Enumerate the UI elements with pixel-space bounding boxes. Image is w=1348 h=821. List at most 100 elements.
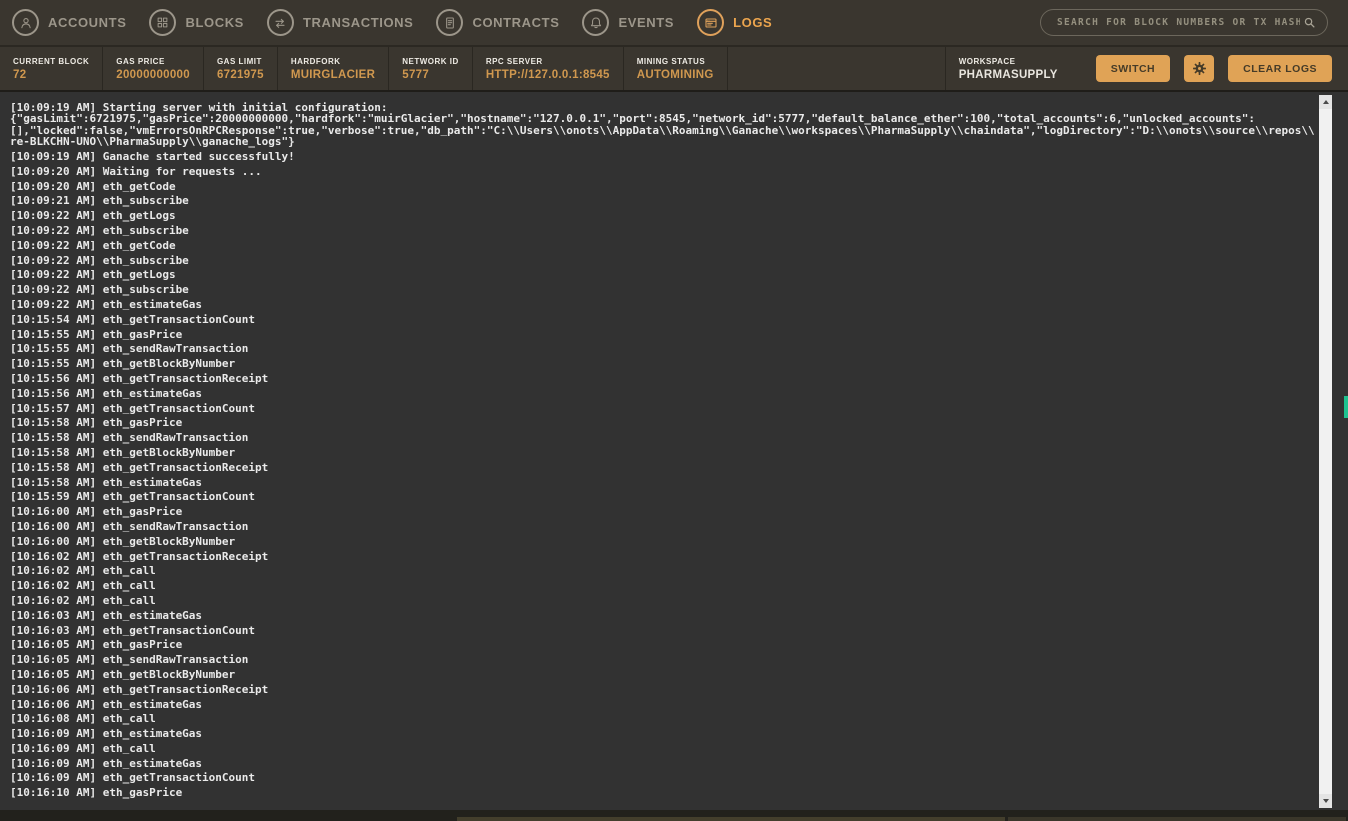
status-buttons: SWITCH CLEAR LOGS	[1082, 47, 1348, 90]
workspace-info: WORKSPACE PHARMASUPPLY	[944, 47, 1082, 90]
log-line: [10:15:58 AM] eth_getBlockByNumber	[10, 446, 236, 459]
log-line: [10:09:20 AM] eth_getCode	[10, 180, 176, 193]
log-line: [10:15:58 AM] eth_getTransactionReceipt	[10, 461, 269, 474]
status-bar: CURRENT BLOCK 72 GAS PRICE 20000000000 G…	[0, 47, 1348, 92]
scrollbar-thumb[interactable]	[1319, 109, 1332, 794]
search-icon[interactable]	[1302, 15, 1317, 30]
log-line: [10:16:09 AM] eth_call	[10, 742, 156, 755]
blocks-icon	[149, 9, 177, 36]
log-line: [10:16:06 AM] eth_getTransactionReceipt	[10, 683, 269, 696]
log-line: [10:15:54 AM] eth_getTransactionCount	[10, 313, 256, 326]
status-value: 20000000000	[116, 68, 190, 81]
tab-blocks-label: BLOCKS	[185, 15, 244, 30]
status-value: MUIRGLACIER	[290, 68, 376, 81]
taskbar-segment	[457, 817, 1005, 821]
accounts-icon	[12, 9, 39, 36]
tab-events[interactable]: EVENTS	[582, 9, 674, 36]
status-rpc-server: RPC SERVER HTTP://127.0.0.1:8545	[473, 47, 624, 90]
log-line: [10:15:56 AM] eth_estimateGas	[10, 387, 203, 400]
log-line: [10:16:05 AM] eth_gasPrice	[10, 639, 183, 651]
top-navbar: ACCOUNTS BLOCKS TRANSACTIONS CONTRACTS E…	[0, 0, 1348, 47]
log-line: [10:15:58 AM] eth_sendRawTransaction	[10, 432, 249, 444]
log-line: [10:09:22 AM] eth_getLogs	[10, 269, 176, 281]
log-line: [],"locked":false,"vmErrorsOnRPCResponse…	[10, 124, 1314, 137]
status-hardfork: HARDFORK MUIRGLACIER	[278, 47, 390, 90]
status-label: RPC SERVER	[485, 56, 543, 66]
log-line: [10:09:21 AM] eth_subscribe	[10, 195, 189, 207]
transactions-icon	[266, 9, 294, 36]
status-value: AUTOMINING	[636, 68, 714, 81]
status-value: HTTP://127.0.0.1:8545	[485, 68, 610, 81]
log-line: [10:09:22 AM] eth_subscribe	[10, 284, 189, 296]
log-line: [10:16:02 AM] eth_call	[10, 565, 156, 577]
workspace-name: PHARMASUPPLY	[958, 68, 1058, 81]
log-line: [10:15:55 AM] eth_gasPrice	[10, 328, 183, 340]
log-line: [10:15:56 AM] eth_getTransactionReceipt	[10, 372, 269, 385]
log-line: [10:16:06 AM] eth_estimateGas	[10, 698, 203, 710]
log-line: [10:09:19 AM] Starting server with initi…	[10, 102, 388, 114]
log-line: [10:16:05 AM] eth_sendRawTransaction	[10, 654, 249, 666]
log-scrollbar[interactable]	[1319, 95, 1332, 808]
scrollbar-up-arrow-icon[interactable]	[1319, 95, 1332, 109]
gear-icon	[1192, 62, 1206, 75]
log-line: [10:15:58 AM] eth_estimateGas	[10, 476, 203, 488]
status-value: 5777	[402, 68, 430, 81]
log-line: [10:09:22 AM] eth_subscribe	[10, 254, 189, 266]
log-line: [10:16:03 AM] eth_getTransactionCount	[10, 624, 256, 636]
taskbar-segment	[1008, 817, 1346, 821]
settings-button[interactable]	[1184, 55, 1215, 82]
log-line: [10:16:00 AM] eth_getBlockByNumber	[10, 535, 236, 548]
tab-contracts[interactable]: CONTRACTS	[436, 9, 559, 36]
tab-accounts[interactable]: ACCOUNTS	[12, 9, 126, 36]
status-current-block: CURRENT BLOCK 72	[0, 47, 104, 90]
log-line: [10:09:20 AM] Waiting for requests ...	[10, 165, 262, 178]
search-input[interactable]	[1055, 16, 1302, 29]
status-gas-price: GAS PRICE 20000000000	[103, 47, 204, 90]
clear-logs-button[interactable]: CLEAR LOGS	[1228, 55, 1332, 82]
log-line: [10:16:02 AM] eth_call	[10, 580, 156, 592]
screen-edge-marker	[1344, 396, 1348, 418]
log-line: [10:15:55 AM] eth_getBlockByNumber	[10, 358, 236, 370]
log-line: [10:09:22 AM] eth_getLogs	[10, 210, 176, 222]
tab-accounts-label: ACCOUNTS	[48, 15, 127, 30]
switch-button[interactable]: SWITCH	[1095, 55, 1171, 82]
workspace-label: WORKSPACE	[958, 56, 1016, 66]
status-network-id: NETWORK ID 5777	[389, 47, 473, 90]
tab-transactions-label: TRANSACTIONS	[302, 15, 414, 30]
tab-contracts-label: CONTRACTS	[472, 15, 560, 30]
log-line: [10:16:08 AM] eth_call	[10, 713, 156, 725]
logs-icon	[697, 9, 725, 36]
log-line: [10:09:19 AM] Ganache started successful…	[10, 151, 295, 163]
search-box	[1040, 9, 1328, 36]
log-line: [10:16:03 AM] eth_estimateGas	[10, 609, 203, 622]
log-line: {"gasLimit":6721975,"gasPrice":200000000…	[10, 113, 1256, 125]
log-line: [10:09:22 AM] eth_subscribe	[10, 225, 189, 237]
tab-blocks[interactable]: BLOCKS	[149, 9, 244, 36]
log-line: [10:16:10 AM] eth_gasPrice	[10, 787, 183, 799]
log-line: [10:16:09 AM] eth_getTransactionCount	[10, 772, 256, 784]
contracts-icon	[436, 9, 464, 36]
log-line: [10:09:22 AM] eth_getCode	[10, 239, 176, 252]
log-line: [10:16:00 AM] eth_gasPrice	[10, 506, 183, 518]
log-line: [10:16:02 AM] eth_getTransactionReceipt	[10, 550, 269, 562]
status-label: CURRENT BLOCK	[13, 56, 90, 66]
log-console: [10:09:19 AM] Starting server with initi…	[0, 92, 1348, 810]
status-label: MINING STATUS	[636, 56, 706, 66]
log-line: [10:15:55 AM] eth_sendRawTransaction	[10, 343, 249, 355]
status-label: GAS PRICE	[116, 56, 165, 66]
status-label: GAS LIMIT	[216, 56, 262, 66]
log-line: [10:15:57 AM] eth_getTransactionCount	[10, 402, 256, 414]
events-icon	[582, 9, 610, 36]
status-value: 6721975	[216, 68, 264, 81]
tab-logs-label: LOGS	[733, 15, 773, 30]
tab-transactions[interactable]: TRANSACTIONS	[266, 9, 414, 36]
taskbar-strip	[0, 810, 1348, 821]
tab-logs[interactable]: LOGS	[697, 9, 772, 36]
scrollbar-down-arrow-icon[interactable]	[1319, 794, 1332, 808]
status-label: NETWORK ID	[402, 56, 459, 66]
log-line: re-BLKCHN-UNO\\PharmaSupply\\ganache_log…	[10, 136, 295, 148]
tab-events-label: EVENTS	[618, 15, 675, 30]
status-gas-limit: GAS LIMIT 6721975	[204, 47, 278, 90]
status-label: HARDFORK	[290, 56, 341, 66]
log-line: [10:16:02 AM] eth_call	[10, 594, 156, 607]
